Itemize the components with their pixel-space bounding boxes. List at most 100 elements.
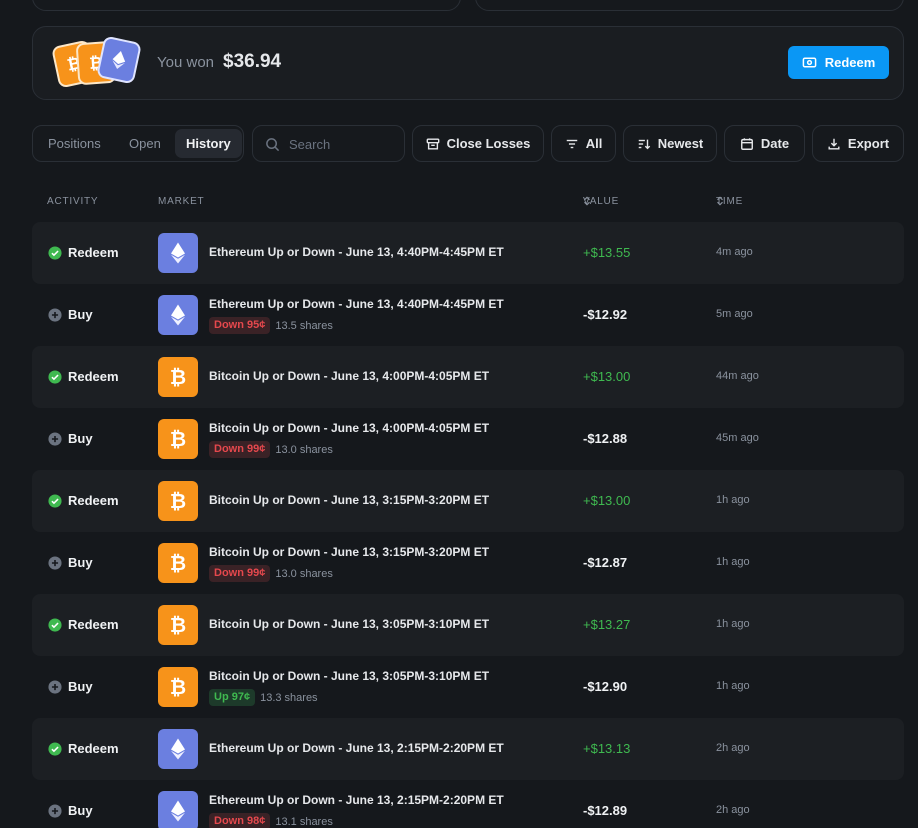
svg-text:₿: ₿ bbox=[170, 489, 186, 513]
download-icon bbox=[828, 138, 840, 150]
time-ago: 45m ago bbox=[716, 432, 759, 444]
value-amount: +$13.13 bbox=[583, 741, 631, 756]
time-ago: 2h ago bbox=[716, 804, 750, 816]
svg-text:₿: ₿ bbox=[170, 675, 186, 699]
market-title[interactable]: Ethereum Up or Down - June 13, 4:40PM-4:… bbox=[209, 245, 504, 259]
close-losses-label: Close Losses bbox=[446, 136, 531, 151]
market-title[interactable]: Ethereum Up or Down - June 13, 2:15PM-2:… bbox=[209, 793, 504, 807]
activity-label: Redeem bbox=[68, 369, 119, 384]
plus-circle-icon bbox=[48, 432, 62, 446]
table-row[interactable]: Buy ₿ Bitcoin Up or Down - June 13, 4:00PM… bbox=[32, 408, 904, 470]
search-input[interactable] bbox=[289, 134, 394, 154]
column-header-time-label: TIME bbox=[716, 196, 744, 207]
filter-all-button[interactable]: All bbox=[551, 125, 616, 162]
history-toolbar: Positions Open History Close Losses All … bbox=[0, 125, 918, 163]
table-row[interactable]: Redeem ₿ Bitcoin Up or Down - June 13, 3:1… bbox=[32, 470, 904, 532]
value-amount: +$13.00 bbox=[583, 369, 631, 384]
outcome-badge: Up 97¢ bbox=[209, 689, 256, 706]
tab-open[interactable]: Open bbox=[118, 129, 172, 158]
position-details: Up 97¢ 13.3 shares bbox=[209, 689, 318, 706]
ethereum-icon bbox=[158, 791, 198, 828]
market-title[interactable]: Ethereum Up or Down - June 13, 2:15PM-2:… bbox=[209, 741, 504, 755]
market-title[interactable]: Bitcoin Up or Down - June 13, 3:05PM-3:1… bbox=[209, 617, 489, 631]
time-ago: 44m ago bbox=[716, 370, 759, 382]
sort-icon bbox=[638, 139, 650, 149]
market-title[interactable]: Ethereum Up or Down - June 13, 4:40PM-4:… bbox=[209, 297, 504, 311]
market-title[interactable]: Bitcoin Up or Down - June 13, 3:05PM-3:1… bbox=[209, 669, 489, 683]
time-ago: 1h ago bbox=[716, 494, 750, 506]
market-title[interactable]: Bitcoin Up or Down - June 13, 3:15PM-3:2… bbox=[209, 545, 489, 559]
table-row[interactable]: Buy Ethereum Up or Down - June 13, 4:40PM… bbox=[32, 284, 904, 346]
value-amount: -$12.87 bbox=[583, 555, 628, 570]
check-circle-icon bbox=[48, 246, 62, 260]
plus-circle-icon bbox=[48, 680, 62, 694]
sort-newest-button[interactable]: Newest bbox=[623, 125, 717, 162]
column-header-value[interactable]: VALUE bbox=[583, 196, 618, 207]
table-row[interactable]: Buy ₿ Bitcoin Up or Down - June 13, 3:15PM… bbox=[32, 532, 904, 594]
svg-text:₿: ₿ bbox=[170, 365, 186, 389]
time-ago: 5m ago bbox=[716, 308, 753, 320]
won-amount: $36.94 bbox=[223, 51, 282, 72]
search-box[interactable] bbox=[252, 125, 405, 162]
time-ago: 1h ago bbox=[716, 680, 750, 692]
export-button[interactable]: Export bbox=[812, 125, 904, 162]
outcome-badge: Down 99¢ bbox=[209, 441, 271, 458]
market-title[interactable]: Bitcoin Up or Down - June 13, 4:00PM-4:0… bbox=[209, 369, 489, 383]
close-losses-button[interactable]: Close Losses bbox=[412, 125, 544, 162]
table-row[interactable]: Buy ₿ Bitcoin Up or Down - June 13, 3:05PM… bbox=[32, 656, 904, 718]
value-amount: +$13.27 bbox=[583, 617, 631, 632]
redeem-button-label: Redeem bbox=[824, 55, 876, 70]
bitcoin-icon: ₿ bbox=[158, 605, 198, 645]
outcome-badge: Down 99¢ bbox=[209, 565, 271, 582]
export-label: Export bbox=[847, 136, 890, 151]
value-amount: -$12.90 bbox=[583, 679, 628, 694]
time-ago: 2h ago bbox=[716, 742, 750, 754]
winnings-banner: ₿ ₿ You won $36.94 Redeem bbox=[32, 26, 904, 100]
check-circle-icon bbox=[48, 742, 62, 756]
svg-text:₿: ₿ bbox=[170, 551, 186, 575]
shares-count: 13.0 shares bbox=[275, 567, 333, 580]
table-row[interactable]: Redeem ₿ Bitcoin Up or Down - June 13, 4:0… bbox=[32, 346, 904, 408]
shares-count: 13.0 shares bbox=[275, 443, 333, 456]
ethereum-icon bbox=[158, 295, 198, 335]
tab-history[interactable]: History bbox=[175, 129, 242, 158]
filter-icon bbox=[566, 139, 577, 148]
table-row[interactable]: Redeem Ethereum Up or Down - June 13, 2:1… bbox=[32, 718, 904, 780]
table-row[interactable]: Buy Ethereum Up or Down - June 13, 2:15PM… bbox=[32, 780, 904, 828]
position-details: Down 99¢ 13.0 shares bbox=[209, 565, 333, 582]
activity-label: Buy bbox=[68, 679, 93, 694]
value-amount: +$13.55 bbox=[583, 245, 631, 260]
redeem-button[interactable]: Redeem bbox=[788, 46, 889, 79]
position-details: Down 98¢ 13.1 shares bbox=[209, 813, 333, 828]
market-title[interactable]: Bitcoin Up or Down - June 13, 4:00PM-4:0… bbox=[209, 421, 489, 435]
coin-stack-icon: ₿ ₿ bbox=[51, 35, 147, 89]
column-header-time[interactable]: TIME bbox=[716, 196, 742, 207]
column-header-market-label: MARKET bbox=[158, 196, 205, 207]
bitcoin-icon: ₿ bbox=[158, 543, 198, 583]
svg-text:₿: ₿ bbox=[170, 427, 186, 451]
market-title[interactable]: Bitcoin Up or Down - June 13, 3:15PM-3:2… bbox=[209, 493, 489, 507]
tab-positions[interactable]: Positions bbox=[37, 129, 112, 158]
ethereum-icon bbox=[158, 729, 198, 769]
activity-label: Buy bbox=[68, 803, 93, 818]
table-row[interactable]: Redeem ₿ Bitcoin Up or Down - June 13, 3:0… bbox=[32, 594, 904, 656]
ethereum-icon bbox=[96, 35, 142, 85]
date-filter-button[interactable]: Date bbox=[724, 125, 805, 162]
time-ago: 4m ago bbox=[716, 246, 753, 258]
sort-newest-label: Newest bbox=[657, 136, 704, 151]
calendar-icon bbox=[740, 137, 753, 150]
table-row[interactable]: Redeem Ethereum Up or Down - June 13, 4:4… bbox=[32, 222, 904, 284]
value-amount: -$12.92 bbox=[583, 307, 628, 322]
tab-group: Positions Open History bbox=[32, 125, 244, 162]
svg-text:₿: ₿ bbox=[170, 613, 186, 637]
column-header-value-label: VALUE bbox=[583, 196, 620, 207]
bitcoin-icon: ₿ bbox=[158, 481, 198, 521]
column-header-activity-label: ACTIVITY bbox=[47, 196, 99, 207]
outcome-badge: Down 98¢ bbox=[209, 813, 271, 828]
activity-label: Redeem bbox=[68, 245, 119, 260]
history-table: Redeem Ethereum Up or Down - June 13, 4:4… bbox=[32, 222, 904, 828]
archive-icon bbox=[426, 137, 439, 150]
table-header: ACTIVITY MARKET VALUE TIME bbox=[0, 196, 918, 210]
check-circle-icon bbox=[48, 618, 62, 632]
value-amount: +$13.00 bbox=[583, 493, 631, 508]
